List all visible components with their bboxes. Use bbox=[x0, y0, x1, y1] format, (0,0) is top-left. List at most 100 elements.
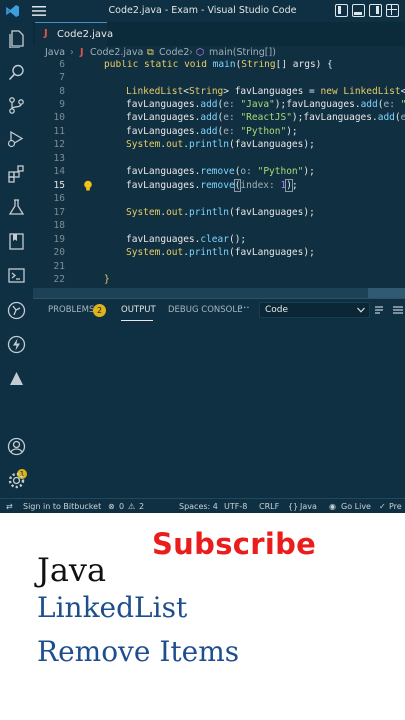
tab-problems[interactable]: PROBLEMS bbox=[48, 305, 94, 315]
breadcrumb-item-class[interactable]: Code2 bbox=[159, 47, 189, 58]
language-icon: {} bbox=[288, 502, 299, 511]
error-icon[interactable]: ⊗ bbox=[108, 502, 115, 511]
class-icon: ⧉ bbox=[147, 47, 154, 58]
breadcrumb-item-file[interactable]: Code2.java bbox=[90, 47, 143, 58]
bitbucket-icon[interactable] bbox=[7, 301, 26, 320]
sign-in-bitbucket[interactable]: Sign in to Bitbucket bbox=[23, 502, 101, 511]
extensions-icon[interactable] bbox=[7, 164, 26, 183]
line-number: 18 bbox=[53, 220, 65, 231]
explorer-icon[interactable] bbox=[7, 29, 26, 49]
bottom-panel: PROBLEMS 2 OUTPUT DEBUG CONSOLE ··· Code bbox=[33, 298, 405, 498]
line-number: 8 bbox=[59, 86, 65, 97]
encoding-status[interactable]: UTF-8 bbox=[224, 502, 247, 511]
lightbulb-icon[interactable] bbox=[83, 180, 93, 192]
output-channel-value: Code bbox=[265, 305, 289, 315]
error-count[interactable]: 0 bbox=[119, 502, 124, 511]
check-icon: ✓ bbox=[379, 502, 386, 511]
line-number: 9 bbox=[59, 99, 65, 110]
go-live-icon: ◉ bbox=[329, 502, 336, 511]
account-icon[interactable] bbox=[7, 437, 26, 456]
title-bar: Code2.java - Exam - Visual Studio Code bbox=[0, 0, 405, 22]
customize-layout-icon[interactable] bbox=[386, 4, 399, 17]
prettier-status[interactable]: Pre bbox=[389, 502, 402, 511]
code-line: } bbox=[104, 274, 110, 285]
method-icon: ⬡ bbox=[196, 47, 205, 58]
line-number: 14 bbox=[53, 166, 65, 177]
tab-label: Code2.java bbox=[57, 29, 114, 40]
code-line: System.out.println(favLanguages); bbox=[126, 207, 315, 218]
code-line: public static void main(String[] args) { bbox=[104, 60, 333, 70]
line-number: 10 bbox=[53, 112, 65, 123]
video-overlay: Subscribe Java LinkedList Remove Items bbox=[0, 513, 405, 720]
tab-code2-java[interactable]: J Code2.java bbox=[35, 22, 113, 46]
activity-bar: 1 bbox=[0, 22, 33, 498]
chevron-down-icon bbox=[357, 307, 365, 313]
run-debug-icon[interactable] bbox=[7, 129, 26, 148]
indentation-status[interactable]: Spaces: 4 bbox=[179, 502, 218, 511]
terminal-icon[interactable] bbox=[7, 266, 26, 285]
scrollbar-thumb[interactable] bbox=[368, 288, 405, 298]
horizontal-scrollbar[interactable] bbox=[33, 288, 368, 298]
code-line: favLanguages.clear(); bbox=[126, 234, 247, 245]
tab-output[interactable]: OUTPUT bbox=[121, 305, 156, 315]
line-number: 11 bbox=[53, 126, 65, 137]
more-actions-icon[interactable]: ··· bbox=[240, 303, 250, 314]
warning-icon[interactable]: ⚠ bbox=[128, 502, 135, 511]
line-number: 13 bbox=[53, 153, 65, 164]
tab-debug-console[interactable]: DEBUG CONSOLE bbox=[168, 305, 242, 315]
go-live-button[interactable]: Go Live bbox=[341, 502, 371, 511]
testing-icon[interactable] bbox=[7, 198, 26, 217]
open-log-icon[interactable] bbox=[392, 304, 404, 316]
code-editor[interactable]: 6 7 8 9 10 11 12 13 14 15 16 17 18 19 20… bbox=[33, 60, 405, 298]
line-number-active: 15 bbox=[53, 180, 65, 191]
status-bar: ⇄ Sign in to Bitbucket ⊗ 0 ⚠ 2 Spaces: 4… bbox=[0, 498, 405, 513]
search-icon[interactable] bbox=[7, 63, 26, 82]
line-number: 20 bbox=[53, 247, 65, 258]
source-control-icon[interactable] bbox=[7, 96, 26, 115]
chevron-right-icon: › bbox=[70, 47, 74, 58]
breadcrumb: Java › J Code2.java › ⧉ Code2 › ⬡ main(S… bbox=[33, 46, 405, 60]
overlay-title-java: Java bbox=[37, 551, 107, 589]
problems-count-badge: 2 bbox=[93, 304, 106, 317]
line-number: 6 bbox=[59, 60, 65, 70]
output-channel-select[interactable]: Code bbox=[259, 302, 370, 318]
line-number: 19 bbox=[53, 234, 65, 245]
line-number: 16 bbox=[53, 193, 65, 204]
overlay-title-remove-items: Remove Items bbox=[37, 635, 240, 668]
line-number: 17 bbox=[53, 207, 65, 218]
toggle-sidebar-icon[interactable] bbox=[335, 4, 348, 17]
code-line: favLanguages.remove(o: "Python"); bbox=[126, 166, 315, 177]
overlay-title-linkedlist: LinkedList bbox=[37, 591, 188, 624]
code-line: favLanguages.add(e: "ReactJS");favLangua… bbox=[126, 112, 405, 123]
power-icon[interactable] bbox=[7, 335, 26, 354]
code-line: favLanguages.add(e: "Python"); bbox=[126, 126, 298, 137]
code-line-active: favLanguages.remove(index: 1); bbox=[126, 179, 298, 192]
toggle-secondary-sidebar-icon[interactable] bbox=[369, 4, 382, 17]
breadcrumb-item-java[interactable]: Java bbox=[45, 47, 65, 58]
warning-count[interactable]: 2 bbox=[139, 502, 144, 511]
code-line: LinkedList<String> favLanguages = new Li… bbox=[126, 86, 405, 97]
line-number: 7 bbox=[59, 72, 65, 83]
editor-tab-bar: J Code2.java bbox=[33, 22, 405, 46]
line-number: 21 bbox=[53, 261, 65, 272]
bookmarks-icon[interactable] bbox=[7, 232, 26, 251]
chevron-right-icon: › bbox=[189, 47, 193, 58]
clear-output-icon[interactable] bbox=[374, 304, 386, 316]
settings-icon[interactable] bbox=[7, 471, 26, 490]
code-line: System.out.println(favLanguages); bbox=[126, 139, 315, 150]
toggle-panel-icon[interactable] bbox=[352, 4, 365, 17]
eol-status[interactable]: CRLF bbox=[259, 502, 279, 511]
java-file-icon: J bbox=[44, 28, 48, 39]
subscribe-text: Subscribe bbox=[152, 527, 317, 561]
code-line: System.out.println(favLanguages); bbox=[126, 247, 315, 258]
code-line: favLanguages.add(e: "Java");favLanguages… bbox=[126, 99, 405, 110]
line-number: 22 bbox=[53, 274, 65, 285]
java-file-icon: J bbox=[80, 47, 84, 58]
bitbucket-icon: ⇄ bbox=[6, 502, 13, 511]
chevron-right-icon: › bbox=[140, 47, 144, 58]
active-tab-indicator bbox=[121, 320, 153, 321]
language-status[interactable]: Java bbox=[300, 502, 317, 511]
line-number: 12 bbox=[53, 139, 65, 150]
breadcrumb-item-method[interactable]: main(String[]) bbox=[209, 47, 276, 58]
deploy-icon[interactable] bbox=[7, 369, 26, 388]
